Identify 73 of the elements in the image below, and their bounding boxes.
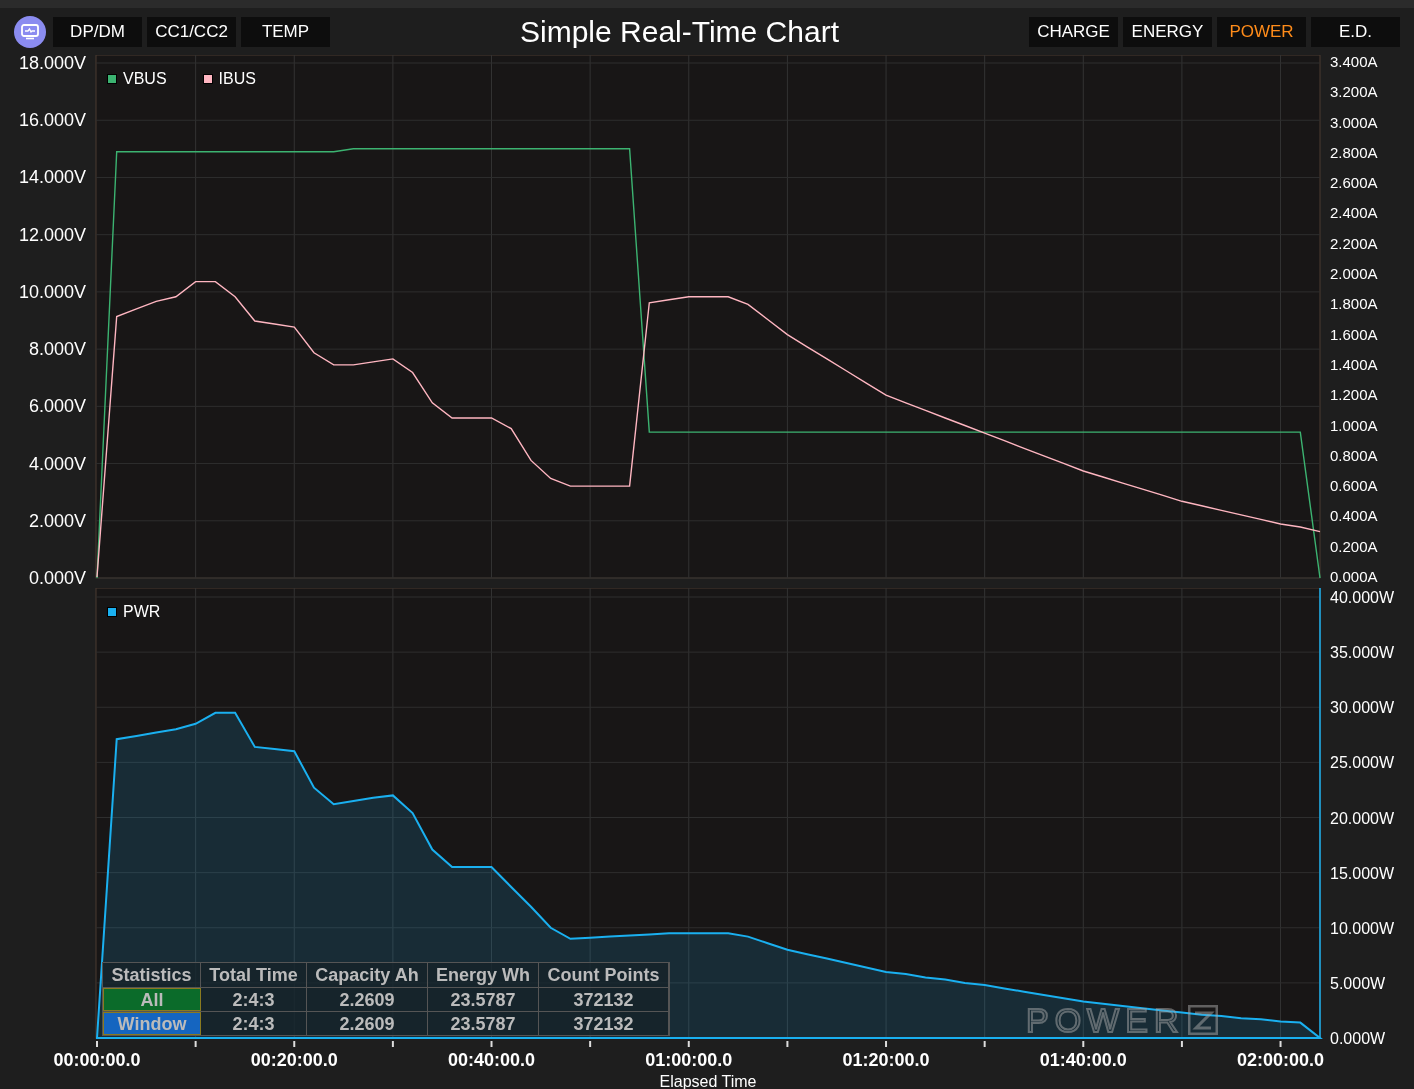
legend-label: IBUS <box>218 69 256 89</box>
column-header: Statistics <box>103 963 201 987</box>
table-cell: 23.5787 <box>428 988 539 1011</box>
axis-label: 4.000V <box>28 453 86 474</box>
axis-label: 15.000W <box>1330 864 1395 882</box>
axis-label: 00:20:00.0 <box>250 1050 338 1070</box>
axis-label: 35.000W <box>1330 644 1395 662</box>
table-cell: 2.2609 <box>307 1012 428 1035</box>
axis-label: 12.000V <box>18 224 86 245</box>
axis-label: 00:00:00.0 <box>53 1050 141 1070</box>
axis-label: 01:40:00.0 <box>1039 1050 1127 1070</box>
table-cell: 2:4:3 <box>201 1012 307 1035</box>
axis-label: 8.000V <box>28 339 86 360</box>
axis-label: 1.800A <box>1330 295 1378 313</box>
axis-label: 1.000A <box>1330 416 1378 434</box>
row-label: All <box>103 988 201 1011</box>
axis-label: 3.000A <box>1330 113 1378 131</box>
axis-label: 5.000W <box>1330 974 1386 992</box>
axis-label: 16.000V <box>18 110 86 131</box>
axis-label: 0.800A <box>1330 446 1378 464</box>
legend-label: PWR <box>123 602 161 622</box>
axis-label: 0.600A <box>1330 477 1378 495</box>
mode-button[interactable]: CHARGE <box>1029 16 1118 47</box>
axis-label: 0.000W <box>1330 1030 1386 1047</box>
axis-label: 0.000V <box>28 568 86 588</box>
legend-label: VBUS <box>123 69 167 89</box>
axis-label: 01:00:00.0 <box>645 1050 733 1070</box>
axis-label: 6.000V <box>28 396 86 417</box>
mode-button[interactable]: DP/DM <box>53 16 142 47</box>
mode-button[interactable]: CC1/CC2 <box>147 16 236 47</box>
mode-button[interactable]: POWER <box>1217 16 1306 47</box>
axis-label: 2.600A <box>1330 174 1378 192</box>
app-logo-icon <box>14 15 46 48</box>
mode-button[interactable]: ENERGY <box>1123 16 1212 47</box>
table-cell: 23.5787 <box>428 1012 539 1035</box>
axis-label: 40.000W <box>1330 589 1395 606</box>
column-header: Total Time <box>201 963 307 987</box>
axis-label: 02:00:00.0 <box>1237 1050 1325 1070</box>
axis-label: 18.000V <box>18 55 86 73</box>
axis-label: 2.000V <box>28 510 86 531</box>
axis-label: 01:20:00.0 <box>842 1050 930 1070</box>
axis-label: 0.200A <box>1330 537 1378 555</box>
logo-text: POWER <box>1026 1003 1185 1037</box>
axis-label: 10.000W <box>1330 919 1395 937</box>
column-header: Capacity Ah <box>307 963 428 987</box>
chart-title: Simple Real-Time Chart <box>520 16 839 47</box>
table-cell: 2.2609 <box>307 988 428 1011</box>
axis-label: 00:40:00.0 <box>448 1050 536 1070</box>
axis-label: 10.000V <box>18 281 86 302</box>
table-cell: 372132 <box>539 1012 669 1035</box>
table-cell: 2:4:3 <box>201 988 307 1011</box>
axis-label: 20.000W <box>1330 809 1395 827</box>
column-header: Energy Wh <box>428 963 539 987</box>
axis-label: 1.200A <box>1330 386 1378 404</box>
column-header: Count Points <box>539 963 669 987</box>
axis-label: 14.000V <box>18 167 86 188</box>
axis-label: 0.400A <box>1330 507 1378 525</box>
axis-label: 2.400A <box>1330 204 1378 222</box>
row-label: Window <box>103 1012 201 1035</box>
axis-label: 1.400A <box>1330 355 1378 373</box>
table-cell: 372132 <box>539 988 669 1011</box>
axis-label: 2.800A <box>1330 143 1378 161</box>
axis-label: 3.200A <box>1330 83 1378 101</box>
mode-button[interactable]: TEMP <box>241 16 330 47</box>
axis-label: 3.400A <box>1330 55 1378 70</box>
axis-label: 25.000W <box>1330 754 1395 772</box>
axis-label: 2.200A <box>1330 234 1378 252</box>
mode-button[interactable]: E.D. <box>1311 16 1400 47</box>
axis-label: 0.000A <box>1330 568 1378 585</box>
axis-label: 1.600A <box>1330 325 1378 343</box>
axis-label: 30.000W <box>1330 699 1395 717</box>
z-logo-icon <box>1188 1005 1219 1035</box>
axis-label: 2.000A <box>1330 265 1378 283</box>
